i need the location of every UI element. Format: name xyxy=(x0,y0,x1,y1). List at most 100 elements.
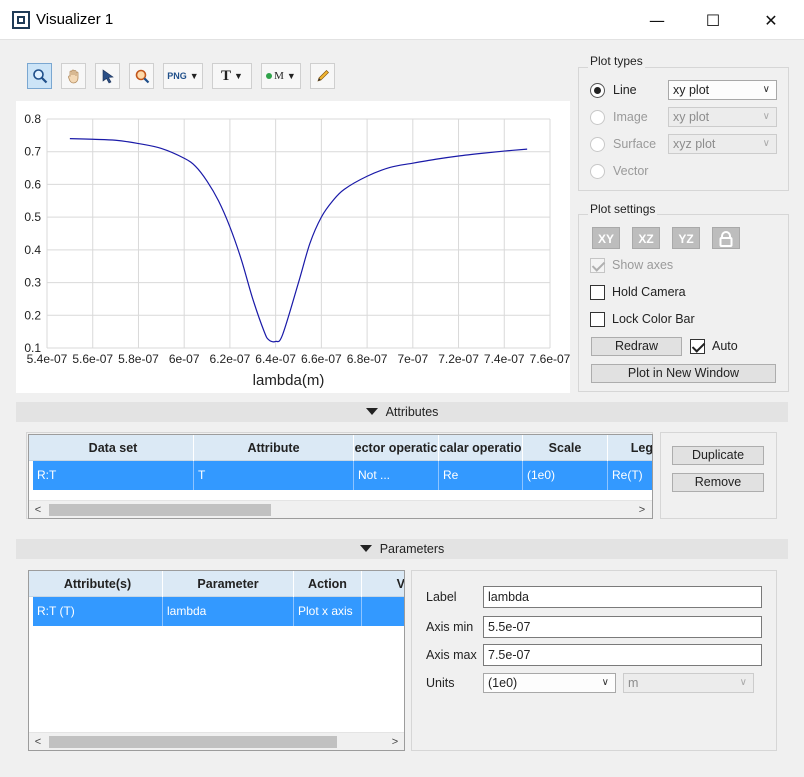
minimize-button[interactable]: — xyxy=(634,0,680,40)
zoom-region-icon xyxy=(135,69,149,84)
parameters-table[interactable]: Attribute(s) Parameter Action V R:T (T) … xyxy=(28,570,405,751)
x-tick-label: 6e-07 xyxy=(169,352,200,366)
attributes-section-title-wrap: Attributes xyxy=(16,405,788,419)
edit-tool-button[interactable] xyxy=(310,63,335,89)
scrollbar-thumb[interactable] xyxy=(49,736,337,748)
plot-area[interactable]: 5.4e-07 5.6e-07 5.8e-07 6e-07 6.2e-07 6.4e-07… xyxy=(16,101,571,393)
surface-radio[interactable] xyxy=(590,137,605,152)
column-header-scalar-operation[interactable]: calar operatio xyxy=(439,435,523,461)
x-tick-label: 6.2e-07 xyxy=(210,352,251,366)
image-radio[interactable] xyxy=(590,110,605,125)
close-button[interactable]: ✕ xyxy=(748,0,794,40)
axis-max-label: Axis max xyxy=(426,648,477,662)
table-row[interactable]: R:T T Not ... Re (1e0) Re(T) xyxy=(33,461,652,490)
y-tick-label: 0.2 xyxy=(24,308,41,322)
arrow-pointer-icon xyxy=(102,69,114,84)
attributes-horizontal-scrollbar[interactable]: < > xyxy=(29,500,652,518)
maximize-button[interactable]: ☐ xyxy=(690,0,736,40)
pan-tool-button[interactable] xyxy=(61,63,86,89)
parameters-table-header: Attribute(s) Parameter Action V xyxy=(29,571,404,597)
scroll-left-icon[interactable]: < xyxy=(29,501,47,518)
marker-icon xyxy=(266,73,273,79)
column-header-action[interactable]: Action xyxy=(294,571,362,597)
column-header-scale[interactable]: Scale xyxy=(523,435,608,461)
xy-view-button[interactable]: XY xyxy=(592,227,620,249)
yz-view-button[interactable]: YZ xyxy=(672,227,700,249)
line-radio[interactable] xyxy=(590,83,605,98)
attributes-section-header[interactable]: Attributes xyxy=(16,402,788,422)
chevron-down-icon: ∨ xyxy=(762,111,770,122)
column-header-data-set[interactable]: Data set xyxy=(33,435,194,461)
parameters-section-title: Parameters xyxy=(379,542,445,556)
surface-label: Surface xyxy=(613,137,657,151)
y-tick-label: 0.3 xyxy=(24,276,41,290)
units-unit-select[interactable]: m ∨ xyxy=(623,673,754,693)
column-header-attributes[interactable]: Attribute(s) xyxy=(33,571,163,597)
x-axis-label: lambda(m) xyxy=(253,372,325,389)
redraw-button[interactable]: Redraw xyxy=(591,337,682,356)
duplicate-button[interactable]: Duplicate xyxy=(672,446,764,465)
magnifier-icon xyxy=(32,69,47,84)
y-tick-label: 0.7 xyxy=(24,145,41,159)
parameters-section-header[interactable]: Parameters xyxy=(16,539,788,559)
png-icon: PNG xyxy=(167,71,187,81)
show-axes-checkbox[interactable] xyxy=(590,258,605,273)
y-tick-label: 0.8 xyxy=(24,112,41,126)
pencil-icon xyxy=(316,70,329,82)
axis-min-input[interactable]: 5.5e-07 xyxy=(483,616,762,638)
surface-plot-select-value: xyz plot xyxy=(673,137,716,151)
x-tick-label: 7.4e-07 xyxy=(484,352,525,366)
lock-aspect-button[interactable] xyxy=(712,227,740,249)
xz-view-button[interactable]: XZ xyxy=(632,227,660,249)
plot-in-new-window-button[interactable]: Plot in New Window xyxy=(591,364,776,383)
text-tool-button[interactable]: T ▼ xyxy=(212,63,252,89)
axis-min-label: Axis min xyxy=(426,620,474,634)
scroll-right-icon[interactable]: > xyxy=(386,733,404,750)
image-label: Image xyxy=(613,110,648,124)
cell-action: Plot x axis xyxy=(294,597,362,626)
vector-radio[interactable] xyxy=(590,164,605,179)
units-scale-select[interactable]: (1e0) ∨ xyxy=(483,673,616,693)
column-header-attribute[interactable]: Attribute xyxy=(194,435,354,461)
scroll-left-icon[interactable]: < xyxy=(29,733,47,750)
data-cursor-button[interactable] xyxy=(129,63,154,89)
cell-value xyxy=(362,597,404,626)
hold-camera-checkbox[interactable] xyxy=(590,285,605,300)
marker-tool-button[interactable]: M ▼ xyxy=(261,63,301,89)
zoom-tool-button[interactable] xyxy=(27,63,52,89)
surface-plot-select[interactable]: xyz plot ∨ xyxy=(668,134,777,154)
line-plot-select[interactable]: xy plot ∨ xyxy=(668,80,777,100)
parameters-horizontal-scrollbar[interactable]: < > xyxy=(29,732,404,750)
units-unit-value: m xyxy=(628,676,639,690)
cell-attributes: R:T (T) xyxy=(33,597,163,626)
vector-label: Vector xyxy=(613,164,649,178)
line-label: Line xyxy=(613,83,637,97)
image-plot-select[interactable]: xy plot ∨ xyxy=(668,107,777,127)
cell-scale: (1e0) xyxy=(523,461,608,490)
select-tool-button[interactable] xyxy=(95,63,120,89)
plot-settings-title: Plot settings xyxy=(588,202,658,216)
auto-checkbox[interactable] xyxy=(690,339,705,354)
lock-color-bar-checkbox[interactable] xyxy=(590,312,605,327)
x-tick-label: 6.8e-07 xyxy=(347,352,388,366)
export-png-button[interactable]: PNG ▼ xyxy=(163,63,203,89)
column-header-value[interactable]: V xyxy=(362,571,404,597)
text-icon: T xyxy=(221,67,232,84)
column-header-legend[interactable]: Leg xyxy=(608,435,652,461)
x-tick-label: 7e-07 xyxy=(397,352,428,366)
column-header-parameter[interactable]: Parameter xyxy=(163,571,294,597)
attributes-table[interactable]: Data set Attribute ector operatic calar … xyxy=(28,434,653,519)
attributes-section-title: Attributes xyxy=(385,405,439,419)
axis-max-input[interactable]: 7.5e-07 xyxy=(483,644,762,666)
column-header-vector-operation[interactable]: ector operatic xyxy=(354,435,439,461)
chevron-down-icon: ∨ xyxy=(601,677,609,688)
line-chart[interactable]: 5.4e-07 5.6e-07 5.8e-07 6e-07 6.2e-07 6.4e-07… xyxy=(16,101,570,393)
remove-button[interactable]: Remove xyxy=(672,473,764,492)
table-row[interactable]: R:T (T) lambda Plot x axis xyxy=(33,597,404,626)
label-input[interactable]: lambda xyxy=(483,586,762,608)
x-tick-label: 5.6e-07 xyxy=(72,352,113,366)
chevron-down-icon: ▼ xyxy=(286,71,296,81)
app-icon xyxy=(12,11,30,29)
scroll-right-icon[interactable]: > xyxy=(633,501,651,518)
scrollbar-thumb[interactable] xyxy=(49,504,271,516)
